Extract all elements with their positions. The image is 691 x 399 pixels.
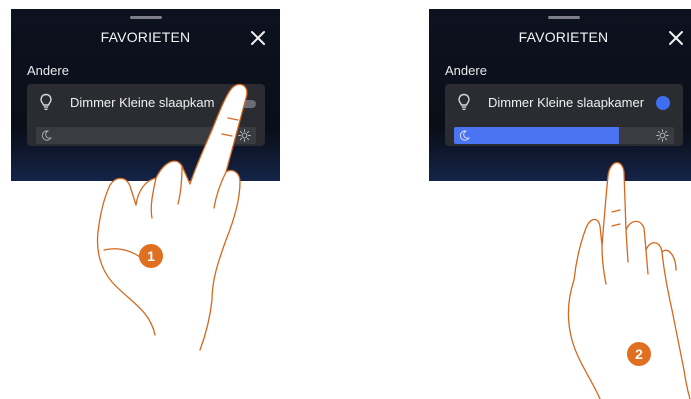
hand-tap-icon xyxy=(96,83,248,351)
step-badge-2: 2 xyxy=(627,342,651,366)
hand-slide-icon xyxy=(567,162,691,399)
step-badge-1: 1 xyxy=(139,244,163,268)
hand-illustrations xyxy=(96,83,691,399)
